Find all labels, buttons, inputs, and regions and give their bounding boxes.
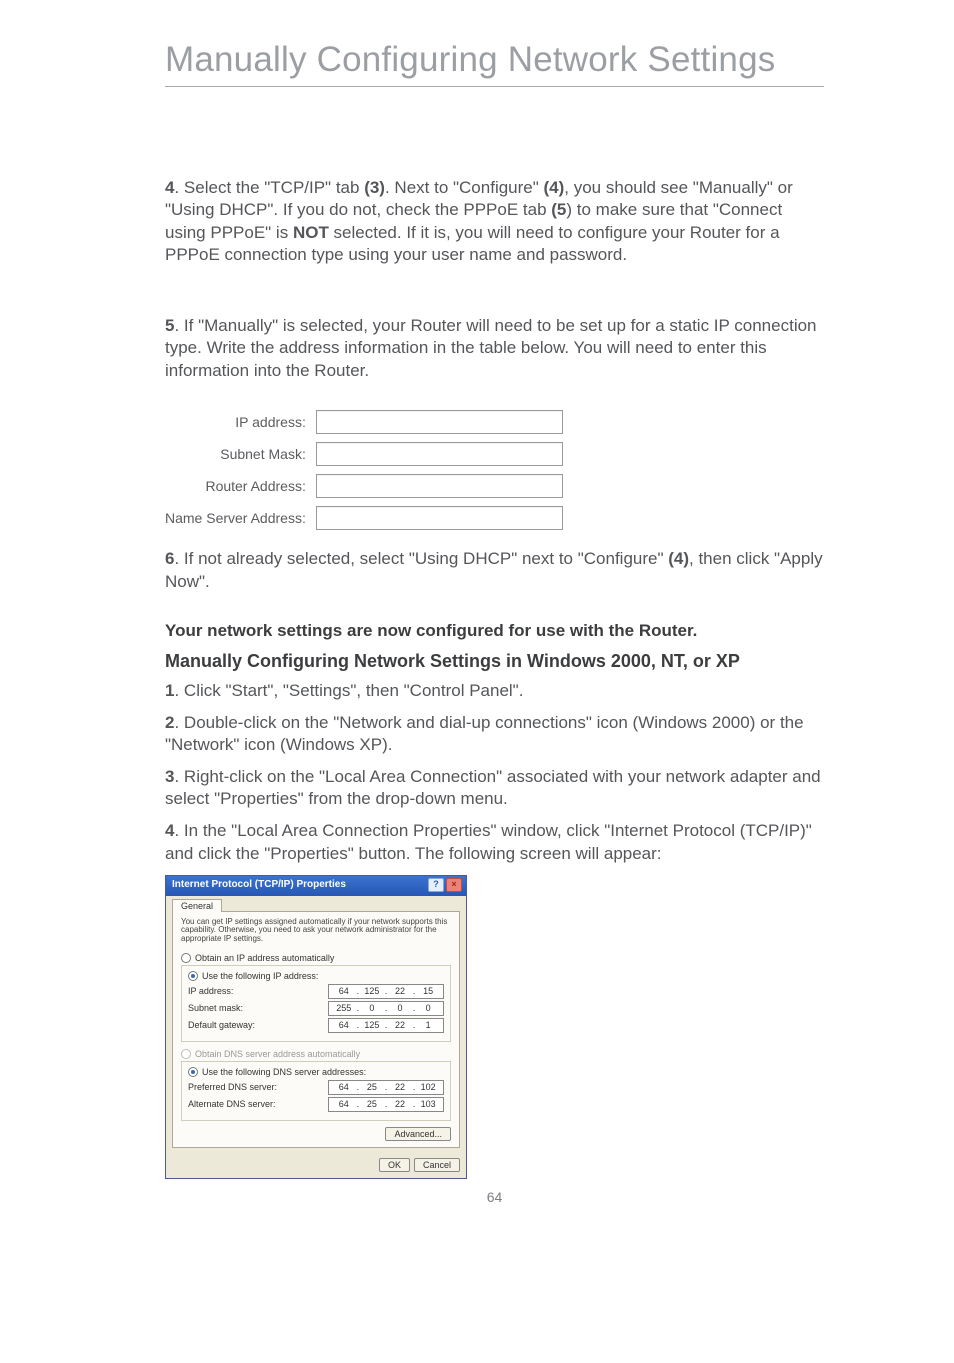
- dialog-description: You can get IP settings assigned automat…: [181, 918, 451, 944]
- paragraph-step-6: 6. If not already selected, select "Usin…: [165, 548, 824, 593]
- field-label: Default gateway:: [188, 1020, 255, 1030]
- tab-panel-general: You can get IP settings assigned automat…: [172, 911, 460, 1148]
- mac-network-table: IP address: Subnet Mask: Router Address:…: [165, 406, 563, 534]
- title-underline: [165, 86, 824, 87]
- input-default-gateway[interactable]: 64.125.22.1: [328, 1018, 444, 1033]
- ref-3: (3): [364, 178, 385, 197]
- text: . Select the "TCP/IP" tab: [174, 178, 364, 197]
- radio-obtain-dns-auto: Obtain DNS server address automatically: [181, 1048, 451, 1060]
- tab-general[interactable]: General: [172, 899, 222, 912]
- ok-button[interactable]: OK: [379, 1158, 410, 1172]
- radio-icon: [181, 1049, 191, 1059]
- radio-icon: [188, 971, 198, 981]
- group-ip-settings: Use the following IP address: IP address…: [181, 965, 451, 1042]
- radio-label: Use the following DNS server addresses:: [202, 1067, 366, 1077]
- dialog-body: General You can get IP settings assigned…: [166, 896, 466, 1154]
- cancel-button[interactable]: Cancel: [414, 1158, 460, 1172]
- field-label: IP address:: [188, 986, 233, 996]
- paragraph-step-4: 4. Select the "TCP/IP" tab (3). Next to …: [165, 177, 824, 267]
- paragraph-step-5: 5. If "Manually" is selected, your Route…: [165, 315, 824, 382]
- label-subnet-mask: Subnet Mask:: [165, 438, 316, 470]
- not-emphasis: NOT: [293, 223, 329, 242]
- field-label: Alternate DNS server:: [188, 1099, 276, 1109]
- text: . In the "Local Area Connection Properti…: [165, 821, 812, 862]
- input-name-server-address[interactable]: [316, 506, 563, 530]
- text: . Right-click on the "Local Area Connect…: [165, 767, 821, 808]
- windows-step-2: 2. Double-click on the "Network and dial…: [165, 712, 824, 756]
- text: . Next to "Configure": [385, 178, 544, 197]
- windows-step-3: 3. Right-click on the "Local Area Connec…: [165, 766, 824, 810]
- radio-use-following-dns[interactable]: Use the following DNS server addresses:: [188, 1066, 444, 1078]
- ref-4: (4): [544, 178, 565, 197]
- radio-label: Obtain DNS server address automatically: [195, 1049, 360, 1059]
- advanced-button[interactable]: Advanced...: [385, 1127, 451, 1141]
- page-number: 64: [165, 1189, 824, 1205]
- input-alternate-dns[interactable]: 64.25.22.103: [328, 1097, 444, 1112]
- subheading-windows: Manually Configuring Network Settings in…: [165, 651, 824, 672]
- field-alternate-dns: Alternate DNS server: 64.25.22.103: [188, 1097, 444, 1112]
- field-default-gateway: Default gateway: 64.125.22.1: [188, 1018, 444, 1033]
- label-ip-address: IP address:: [165, 406, 316, 438]
- input-router-address[interactable]: [316, 474, 563, 498]
- input-ip-address[interactable]: 64.125.22.15: [328, 984, 444, 999]
- radio-use-following-ip[interactable]: Use the following IP address:: [188, 970, 444, 982]
- label-name-server-address: Name Server Address:: [165, 502, 316, 534]
- dialog-title: Internet Protocol (TCP/IP) Properties: [172, 879, 346, 890]
- field-label: Preferred DNS server:: [188, 1082, 277, 1092]
- ref-5: (5: [551, 200, 566, 219]
- radio-icon: [188, 1067, 198, 1077]
- tcpip-properties-dialog: Internet Protocol (TCP/IP) Properties ? …: [165, 875, 467, 1179]
- dialog-titlebar: Internet Protocol (TCP/IP) Properties ? …: [166, 876, 466, 896]
- close-button[interactable]: ×: [446, 878, 462, 892]
- field-subnet-mask: Subnet mask: 255.0.0.0: [188, 1001, 444, 1016]
- text: . If "Manually" is selected, your Router…: [165, 316, 817, 380]
- input-preferred-dns[interactable]: 64.25.22.102: [328, 1080, 444, 1095]
- dialog-footer: OK Cancel: [166, 1154, 466, 1178]
- field-label: Subnet mask:: [188, 1003, 243, 1013]
- ref-4: (4): [668, 549, 689, 568]
- radio-label: Use the following IP address:: [202, 971, 318, 981]
- document-page: Manually Configuring Network Settings 4.…: [0, 0, 954, 1363]
- field-preferred-dns: Preferred DNS server: 64.25.22.102: [188, 1080, 444, 1095]
- windows-step-1: 1. Click "Start", "Settings", then "Cont…: [165, 680, 824, 702]
- help-button[interactable]: ?: [428, 878, 444, 892]
- input-subnet-mask[interactable]: [316, 442, 563, 466]
- text: . Double-click on the "Network and dial-…: [165, 713, 804, 754]
- input-subnet-mask[interactable]: 255.0.0.0: [328, 1001, 444, 1016]
- confirmation-line: Your network settings are now configured…: [165, 621, 824, 641]
- label-router-address: Router Address:: [165, 470, 316, 502]
- input-ip-address[interactable]: [316, 410, 563, 434]
- page-title: Manually Configuring Network Settings: [165, 40, 824, 80]
- field-ip-address: IP address: 64.125.22.15: [188, 984, 444, 999]
- radio-icon: [181, 953, 191, 963]
- text: . If not already selected, select "Using…: [174, 549, 668, 568]
- group-dns-settings: Use the following DNS server addresses: …: [181, 1061, 451, 1121]
- windows-step-4: 4. In the "Local Area Connection Propert…: [165, 820, 824, 864]
- text: . Click "Start", "Settings", then "Contr…: [174, 681, 523, 700]
- radio-label: Obtain an IP address automatically: [195, 953, 334, 963]
- radio-obtain-ip-auto[interactable]: Obtain an IP address automatically: [181, 952, 451, 964]
